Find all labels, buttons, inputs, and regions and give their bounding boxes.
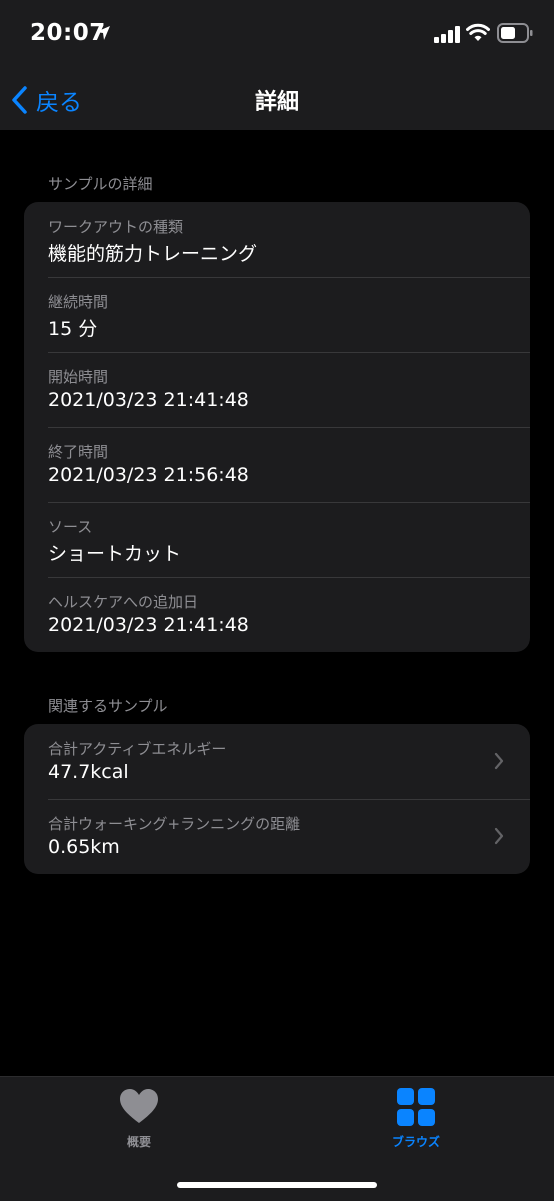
detail-row-source: ソース ショートカット [24,502,530,577]
row-label: ソース [48,518,93,536]
row-value: 15 分 [48,318,98,340]
status-bar: 20:07 [0,0,554,70]
home-indicator[interactable] [177,1182,377,1188]
row-label: 終了時間 [48,443,109,461]
row-label: 合計アクティブエネルギー [48,740,227,758]
row-value: 0.65km [48,836,120,858]
row-value: 2021/03/23 21:41:48 [48,389,249,411]
page-title: 詳細 [254,90,299,115]
detail-row-date-added: ヘルスケアへの追加日 2021/03/23 21:41:48 [24,577,530,652]
location-arrow-icon [96,26,110,40]
navigation-bar: 戻る 詳細 [0,70,554,130]
section-header-sample-details: サンプルの詳細 [48,175,153,193]
row-label: ヘルスケアへの追加日 [48,593,199,611]
tab-label: ブラウズ [391,1135,440,1149]
section-header-related-samples: 関連するサンプル [48,697,168,715]
detail-row-end-time: 終了時間 2021/03/23 21:56:48 [24,427,530,502]
related-row-active-energy[interactable]: 合計アクティブエネルギー 47.7kcal [24,724,530,799]
tab-bar: 概要 ブラウズ [0,1076,554,1201]
row-value: 47.7kcal [48,761,129,783]
detail-row-duration: 継続時間 15 分 [24,277,530,352]
wifi-icon [466,23,490,41]
related-row-walking-running-distance[interactable]: 合計ウォーキング+ランニングの距離 0.65km [24,799,530,874]
heart-icon [120,1089,158,1123]
tab-label: 概要 [126,1135,151,1149]
tab-summary[interactable]: 概要 [79,1087,199,1150]
row-label: 合計ウォーキング+ランニングの距離 [48,815,301,833]
chevron-right-icon [494,752,504,770]
row-label: ワークアウトの種類 [48,218,184,236]
row-value: ショートカット [48,543,182,565]
row-value: 2021/03/23 21:56:48 [48,464,249,486]
detail-row-start-time: 開始時間 2021/03/23 21:41:48 [24,352,530,427]
row-value: 機能的筋力トレーニング [48,243,258,265]
row-value: 2021/03/23 21:41:48 [48,614,249,636]
row-label: 継続時間 [48,293,109,311]
grid-icon [397,1088,435,1126]
cellular-signal-icon [434,26,460,43]
row-label: 開始時間 [48,368,109,386]
detail-row-workout-type: ワークアウトの種類 機能的筋力トレーニング [24,202,530,277]
related-samples-card: 合計アクティブエネルギー 47.7kcal 合計ウォーキング+ランニングの距離 … [24,724,530,874]
tab-browse[interactable]: ブラウズ [356,1087,476,1150]
battery-icon [497,23,533,43]
chevron-right-icon [494,827,504,845]
sample-details-card: ワークアウトの種類 機能的筋力トレーニング 継続時間 15 分 開始時間 202… [24,202,530,652]
